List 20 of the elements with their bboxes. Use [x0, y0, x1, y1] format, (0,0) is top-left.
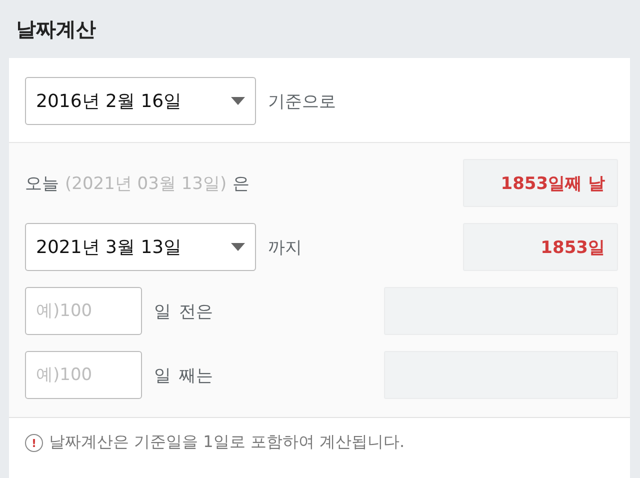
days-input[interactable]: 예)100 [25, 351, 142, 399]
offset-label: 전은 [179, 300, 213, 322]
note-text: 날짜계산은 기준일을 1일로 포함하여 계산됩니다. [49, 432, 405, 453]
base-label: 기준으로 [268, 90, 336, 112]
today-suffix: 은 [232, 172, 250, 194]
unit-label: 일 [154, 300, 171, 322]
unit-label: 일 [154, 364, 171, 386]
date-dropdown[interactable]: 2016년 2월 16일 [25, 77, 256, 125]
warning-icon: ! [25, 434, 43, 452]
today-label: 오늘 [25, 172, 59, 194]
page-title: 날짜계산 [16, 16, 96, 42]
today-date: (2021년 03월 13일) [65, 172, 227, 194]
days-input[interactable]: 예)100 [25, 287, 142, 335]
result-field: 1853일 [463, 223, 618, 271]
caret-icon [231, 97, 245, 105]
result-field: 1853일째 날 [463, 159, 618, 207]
date-dropdown[interactable]: 2021년 3월 13일 [25, 223, 256, 271]
caret-icon [231, 243, 245, 251]
until-label: 까지 [268, 236, 302, 258]
offset-label: 째는 [179, 364, 213, 386]
